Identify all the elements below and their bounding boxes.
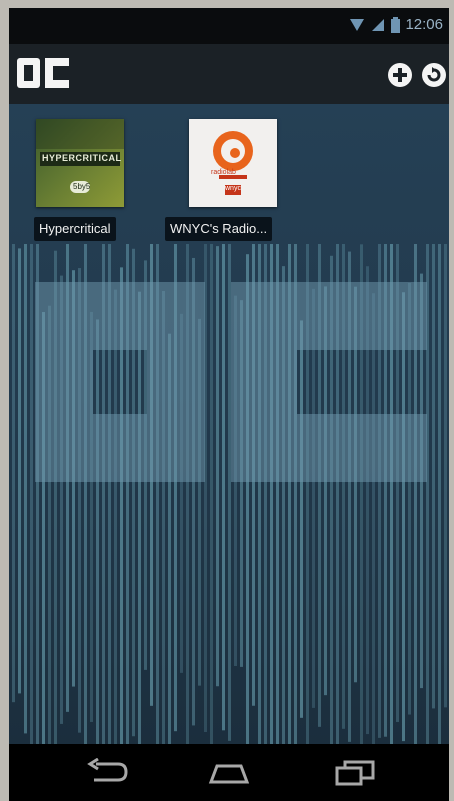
status-clock: 12:06	[405, 16, 443, 33]
home-icon[interactable]	[205, 758, 253, 786]
phone-screen: 12:06 HYPERCRITICAL 5by5 Hypercritical r…	[9, 8, 449, 801]
battery-icon	[391, 16, 401, 33]
signal-icon	[372, 18, 385, 31]
background-bar	[432, 244, 435, 709]
background-bar	[12, 244, 15, 703]
recents-icon[interactable]	[331, 758, 379, 786]
background-bar	[438, 244, 441, 744]
status-bar: 12:06	[9, 8, 449, 44]
refresh-button[interactable]	[421, 62, 447, 88]
background-bar	[444, 244, 447, 708]
watermark-logo	[35, 282, 427, 482]
podcast-title-label[interactable]: Hypercritical	[34, 217, 116, 241]
action-bar	[9, 44, 449, 104]
app-logo-icon[interactable]	[17, 58, 69, 88]
artwork-network: 5by5	[73, 182, 91, 191]
background-bar	[24, 244, 27, 734]
artwork-title: HYPERCRITICAL	[42, 153, 122, 163]
podcast-artwork[interactable]: HYPERCRITICAL 5by5	[36, 119, 124, 207]
nav-bar	[9, 744, 449, 801]
status-icons: 12:06	[349, 16, 443, 33]
background-bar	[18, 248, 21, 694]
podcast-title-label[interactable]: WNYC's Radio...	[165, 217, 273, 241]
podcast-grid: HYPERCRITICAL 5by5 Hypercritical radiola…	[9, 104, 449, 744]
radiolab-logo-icon	[213, 131, 253, 195]
artwork-title: radiolab	[211, 169, 236, 176]
back-icon[interactable]	[84, 758, 132, 786]
podcast-artwork[interactable]: radiolab wnyc	[189, 119, 277, 207]
wifi-icon	[350, 18, 365, 31]
artwork-network: wnyc	[225, 185, 241, 192]
add-podcast-button[interactable]	[387, 62, 413, 88]
background-bar	[30, 244, 33, 744]
